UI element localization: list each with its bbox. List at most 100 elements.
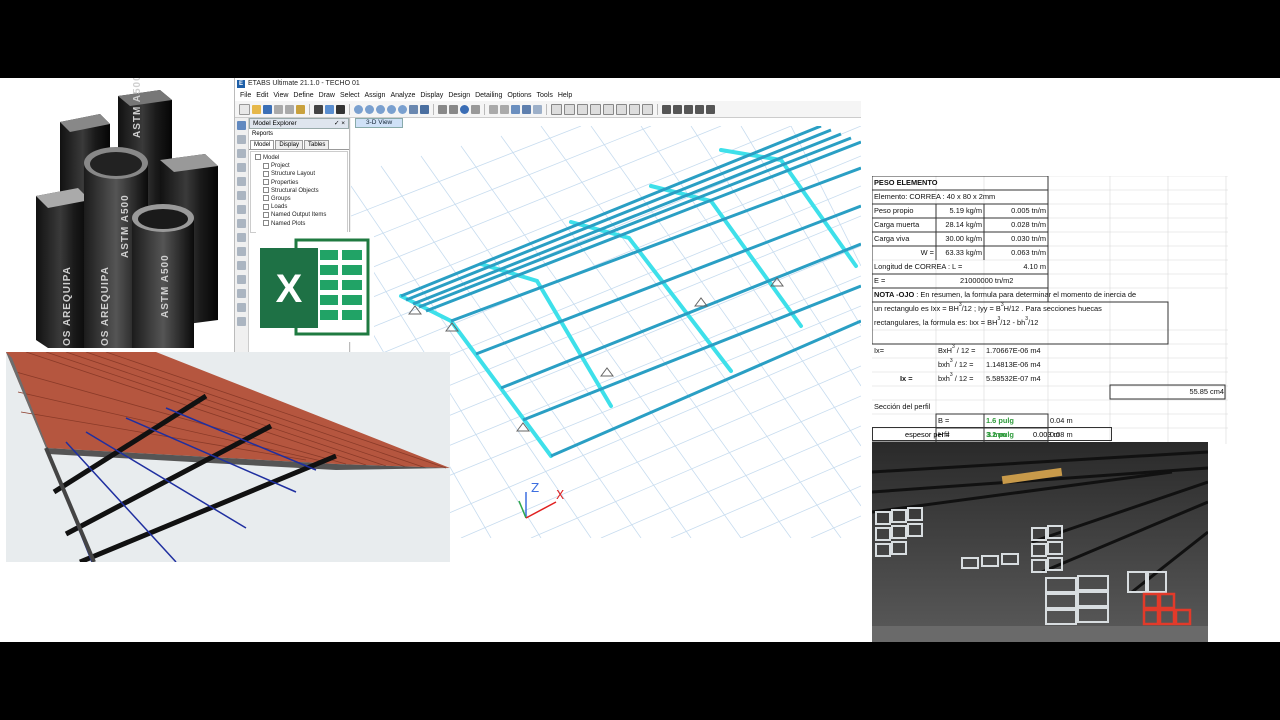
expand-icon[interactable] [263,195,269,202]
menu-detailing[interactable]: Detailing [474,90,506,101]
section-box-icon[interactable] [706,104,715,114]
tree-item-groups[interactable]: Groups [255,195,343,203]
draw-column-tool-icon[interactable] [237,177,246,186]
collapse-icon[interactable] [255,154,261,161]
draw-dimension-tool-icon[interactable] [237,289,246,298]
tree-item-structure-layout[interactable]: Structure Layout [255,170,343,178]
plan-view-icon[interactable] [438,104,447,114]
select-pointer-icon[interactable] [551,103,562,115]
load-row-dead: Carga muerta 28.14 kg/m 0.028 tn/m [872,218,1048,232]
tab-tables[interactable]: Tables [304,140,330,149]
menu-define[interactable]: Define [292,90,317,101]
run-analysis-icon[interactable] [336,104,345,114]
draw-opening-icon[interactable] [642,103,653,115]
menu-options[interactable]: Options [506,90,535,101]
perspective-icon[interactable] [471,104,480,114]
draw-link-tool-icon[interactable] [237,205,246,214]
draw-grid-tool-icon[interactable] [237,317,246,326]
reports-item[interactable]: Reports [249,129,349,140]
roof-illustration [6,352,450,562]
menu-display[interactable]: Display [419,90,447,101]
edit-icon[interactable] [314,104,323,114]
draw-point-tool-icon[interactable] [237,303,246,312]
expand-icon[interactable] [263,162,269,169]
expand-icon[interactable] [263,203,269,210]
draw-frame-tool-icon[interactable] [237,149,246,158]
zoom-restore-icon[interactable] [365,104,374,114]
expand-icon[interactable] [263,187,269,194]
menu-design[interactable]: Design [447,90,474,101]
assign-icon[interactable] [533,104,542,114]
tree-item-structural-objects[interactable]: Structural Objects [255,187,343,195]
elevation-view-icon[interactable] [449,104,458,114]
menu-help[interactable]: Help [557,90,576,101]
move-up-icon[interactable] [489,104,498,114]
undo-icon[interactable] [274,104,283,114]
draw-slab-icon[interactable] [629,103,640,115]
draw-opening-tool-icon[interactable] [237,275,246,284]
draw-wall-tool-icon[interactable] [237,247,246,256]
pointer-tool-icon[interactable] [237,121,246,130]
new-file-icon[interactable] [239,103,250,115]
menu-file[interactable]: File [239,90,255,101]
expand-icon[interactable] [263,211,269,218]
refresh-icon[interactable] [325,104,334,114]
tab-display[interactable]: Display [275,140,304,149]
section-angle-icon[interactable] [695,104,704,114]
object-shrink-icon[interactable] [511,104,520,114]
section-t-icon[interactable] [673,104,682,114]
draw-column-icon[interactable] [603,103,614,115]
inertia-label: Ix = [900,374,913,383]
menu-analyze[interactable]: Analyze [389,90,419,101]
menu-view[interactable]: View [272,90,292,101]
draw-frame-icon[interactable] [564,103,575,115]
save-icon[interactable] [263,104,272,114]
rotate-icon[interactable] [460,104,469,114]
expand-icon[interactable] [263,170,269,177]
zoom-previous-icon[interactable] [398,104,407,114]
inertia-label: Ix= [874,346,885,355]
redo-icon[interactable] [285,104,294,114]
tree-item-named-output-items[interactable]: Named Output Items [255,211,343,219]
zoom-rubber-icon[interactable] [354,104,363,114]
zoom-out-icon[interactable] [387,104,396,114]
draw-line-tool-icon[interactable] [237,135,246,144]
inertia-formula: bxh3 / 12 = [938,358,973,372]
profile-inch: 1.6 pulg [986,416,1014,425]
menu-edit[interactable]: Edit [255,90,272,101]
tab-model[interactable]: Model [250,140,275,149]
section-i-icon[interactable] [662,104,671,114]
menu-draw[interactable]: Draw [318,90,339,101]
draw-brace-icon[interactable] [577,103,588,115]
steel-profiles-photo [872,442,1208,642]
menu-tools[interactable]: Tools [535,90,556,101]
lock-icon[interactable] [296,104,305,114]
menu-select[interactable]: Select [339,90,363,101]
tree-item-project[interactable]: Project [255,162,343,170]
expand-icon[interactable] [263,220,269,227]
tree-item-properties[interactable]: Properties [255,179,343,187]
formula-text: bxh [938,360,950,369]
draw-wall-icon[interactable] [616,103,627,115]
pin-close-icon[interactable]: ✓ × [334,119,345,128]
section-channel-icon[interactable] [684,104,693,114]
draw-slab-tool-icon[interactable] [237,261,246,270]
open-folder-icon[interactable] [252,104,261,114]
pan-icon[interactable] [409,104,418,114]
set-display-options-icon[interactable] [522,104,531,114]
expand-icon[interactable] [263,179,269,186]
draw-area-tool-icon[interactable] [237,233,246,242]
draw-beam-tool-icon[interactable] [237,163,246,172]
view-3d-icon[interactable] [420,104,429,114]
menu-assign[interactable]: Assign [363,90,389,101]
draw-beam-icon[interactable] [590,103,601,115]
tree-item-model[interactable]: Model [255,154,343,162]
draw-cross-tool-icon[interactable] [237,219,246,228]
draw-brace-tool-icon[interactable] [237,191,246,200]
tab-3d-view[interactable]: 3-D View [355,118,404,128]
move-down-icon[interactable] [500,104,509,114]
tree-item-named-plots[interactable]: Named Plots [255,220,343,228]
load-label: Carga viva [874,234,910,243]
zoom-in-icon[interactable] [376,104,385,114]
tree-item-loads[interactable]: Loads [255,203,343,211]
